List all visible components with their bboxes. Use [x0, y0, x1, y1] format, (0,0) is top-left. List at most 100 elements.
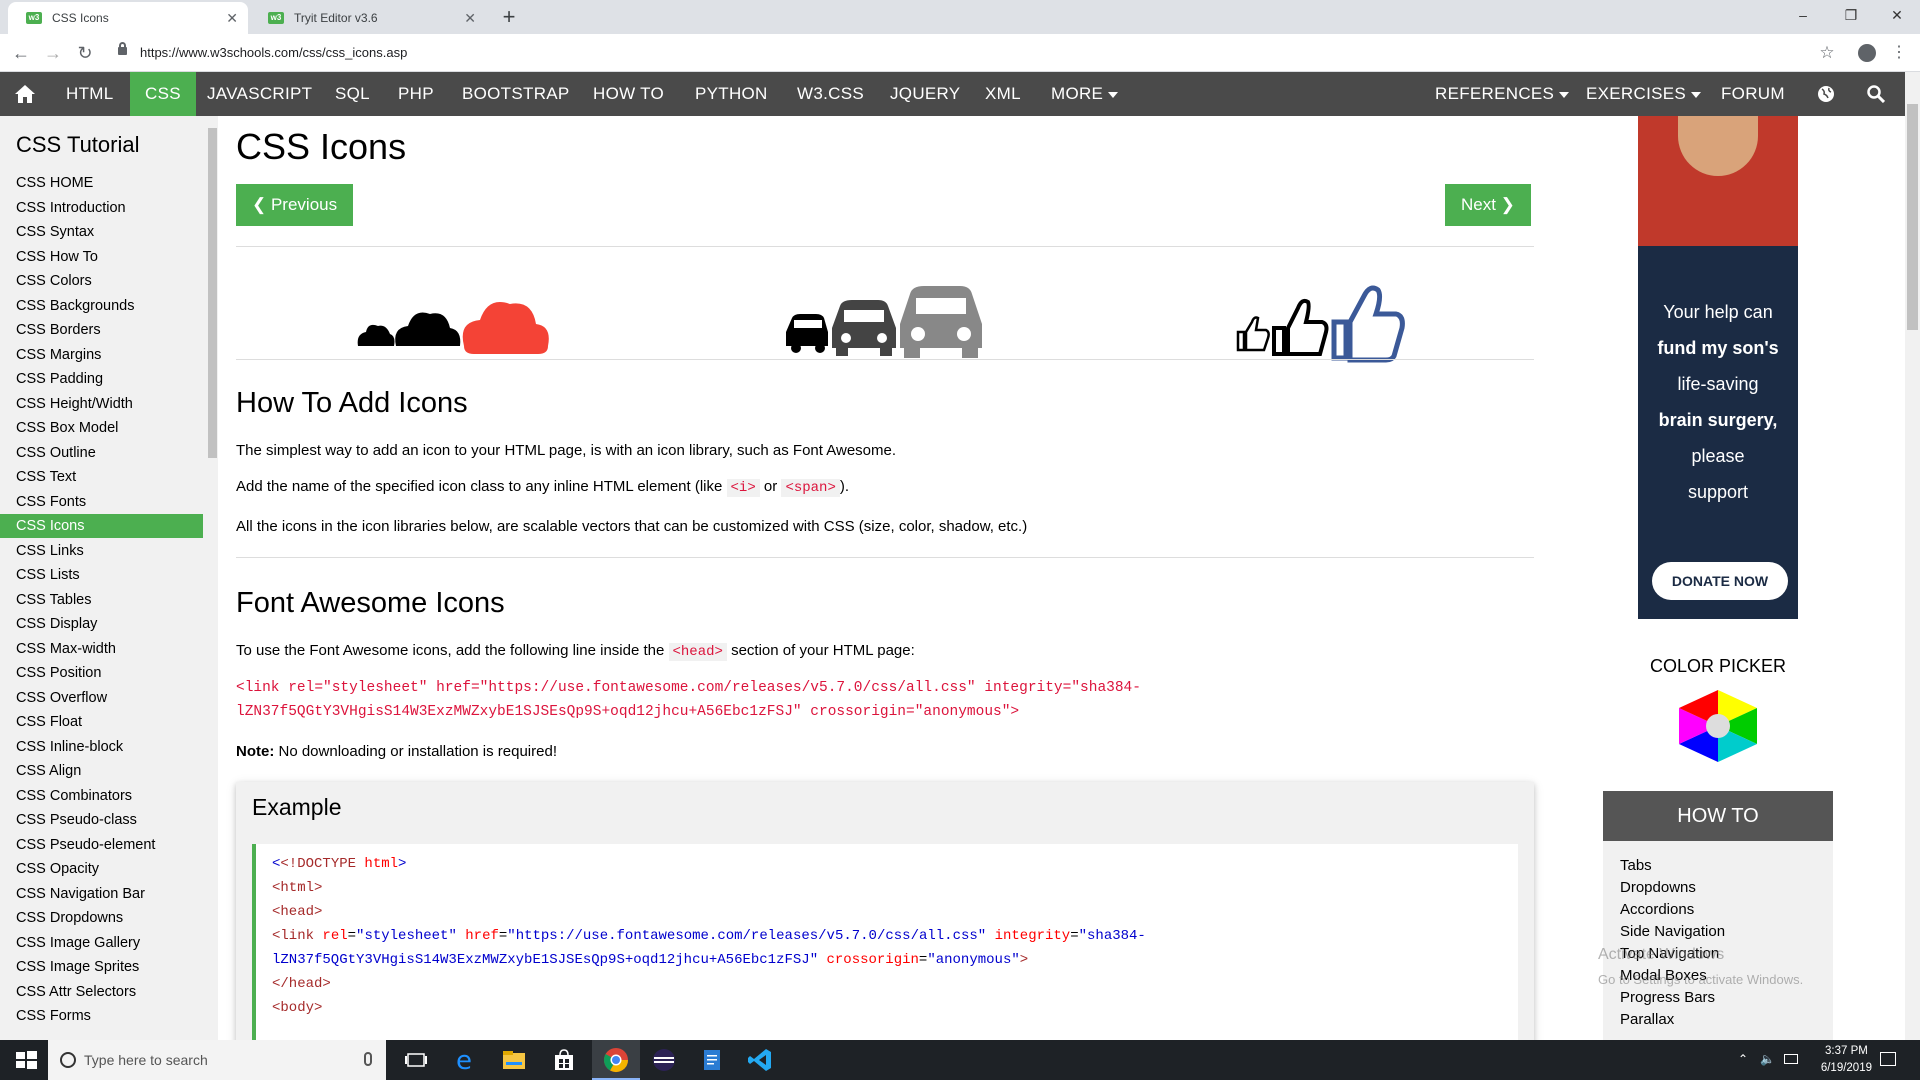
- sidebar-item-css-image-sprites[interactable]: CSS Image Sprites: [0, 955, 203, 979]
- sidebar-item-css-tables[interactable]: CSS Tables: [0, 588, 203, 612]
- sidebar-item-css-introduction[interactable]: CSS Introduction: [0, 196, 203, 220]
- sidebar-item-css-overflow[interactable]: CSS Overflow: [0, 686, 203, 710]
- chrome-icon[interactable]: [602, 1046, 630, 1074]
- nav-php[interactable]: PHP: [383, 72, 449, 116]
- sidebar-item-css-padding[interactable]: CSS Padding: [0, 367, 203, 391]
- tray-expand-icon[interactable]: ⌃: [1738, 1052, 1748, 1066]
- sidebar-item-css-position[interactable]: CSS Position: [0, 661, 203, 685]
- back-icon[interactable]: ←: [8, 40, 34, 66]
- sidebar-item-css-pseudo-class[interactable]: CSS Pseudo-class: [0, 808, 203, 832]
- close-tab-icon[interactable]: ✕: [464, 2, 476, 34]
- edge-browser-icon[interactable]: e: [452, 1046, 480, 1076]
- howto-item-side-navigation[interactable]: Side Navigation: [1620, 923, 1725, 940]
- sidebar-item-css-navigation-bar[interactable]: CSS Navigation Bar: [0, 882, 203, 906]
- tab-tryit-editor[interactable]: w3 Tryit Editor v3.6 ✕: [250, 2, 486, 34]
- network-icon[interactable]: [1784, 1054, 1798, 1064]
- notepad-icon[interactable]: [698, 1046, 726, 1074]
- eclipse-icon[interactable]: [650, 1046, 678, 1074]
- nav-jquery[interactable]: JQUERY: [875, 72, 975, 116]
- nav-how-to[interactable]: HOW TO: [578, 72, 679, 116]
- notifications-icon[interactable]: [1880, 1052, 1896, 1066]
- sidebar-item-css-attr-selectors[interactable]: CSS Attr Selectors: [0, 980, 203, 1004]
- sidebar-item-css-text[interactable]: CSS Text: [0, 465, 203, 489]
- restore-button[interactable]: ❐: [1828, 0, 1874, 30]
- sidebar-item-css-forms[interactable]: CSS Forms: [0, 1004, 203, 1028]
- sidebar-item-css-box-model[interactable]: CSS Box Model: [0, 416, 203, 440]
- sidebar-item-css-home[interactable]: CSS HOME: [0, 171, 203, 195]
- lock-icon[interactable]: [118, 42, 127, 55]
- minimize-button[interactable]: –: [1780, 0, 1826, 30]
- vscode-icon[interactable]: [746, 1046, 774, 1074]
- nav-sql[interactable]: SQL: [320, 72, 385, 116]
- sidebar-item-css-opacity[interactable]: CSS Opacity: [0, 857, 203, 881]
- howto-item-progress-bars[interactable]: Progress Bars: [1620, 989, 1715, 1006]
- store-icon[interactable]: [550, 1046, 578, 1074]
- sidebar-item-css-links[interactable]: CSS Links: [0, 539, 203, 563]
- howto-item-parallax[interactable]: Parallax: [1620, 1011, 1674, 1028]
- sidebar-item-css-backgrounds[interactable]: CSS Backgrounds: [0, 294, 203, 318]
- reload-icon[interactable]: ↻: [72, 40, 98, 66]
- next-button[interactable]: Next ❯: [1445, 184, 1531, 226]
- sidebar-scroll-thumb[interactable]: [208, 128, 217, 458]
- sidebar-item-css-max-width[interactable]: CSS Max-width: [0, 637, 203, 661]
- nav-exercises[interactable]: EXERCISES: [1571, 72, 1716, 116]
- donate-now-button[interactable]: DONATE NOW: [1652, 562, 1788, 600]
- new-tab-button[interactable]: +: [494, 2, 524, 32]
- sidebar-item-css-lists[interactable]: CSS Lists: [0, 563, 203, 587]
- sidebar-item-css-how-to[interactable]: CSS How To: [0, 245, 203, 269]
- previous-button[interactable]: ❮ Previous: [236, 184, 354, 226]
- sidebar-item-css-margins[interactable]: CSS Margins: [0, 343, 203, 367]
- sidebar-item-css-inline-block[interactable]: CSS Inline-block: [0, 735, 203, 759]
- sidebar-item-css-combinators[interactable]: CSS Combinators: [0, 784, 203, 808]
- sidebar-item-css-colors[interactable]: CSS Colors: [0, 269, 203, 293]
- sidebar-item-css-height-width[interactable]: CSS Height/Width: [0, 392, 203, 416]
- menu-dots-icon[interactable]: ⋮: [1886, 40, 1912, 66]
- close-window-button[interactable]: ✕: [1874, 0, 1920, 30]
- sidebar-item-css-align[interactable]: CSS Align: [0, 759, 203, 783]
- svg-text:e: e: [456, 1046, 472, 1074]
- home-icon[interactable]: [0, 72, 50, 116]
- forward-icon[interactable]: →: [40, 40, 66, 66]
- sidebar-item-css-image-gallery[interactable]: CSS Image Gallery: [0, 931, 203, 955]
- nav-xml[interactable]: XML: [970, 72, 1036, 116]
- sidebar-item-css-dropdowns[interactable]: CSS Dropdowns: [0, 906, 203, 930]
- color-picker-icon[interactable]: [1679, 690, 1757, 762]
- nav-html[interactable]: HTML: [51, 72, 128, 116]
- url-field[interactable]: https://www.w3schools.com/css/css_icons.…: [110, 38, 1820, 68]
- howto-item-accordions[interactable]: Accordions: [1620, 901, 1694, 918]
- sidebar-item-css-syntax[interactable]: CSS Syntax: [0, 220, 203, 244]
- sidebar-item-css-fonts[interactable]: CSS Fonts: [0, 490, 203, 514]
- volume-icon[interactable]: 🔈: [1760, 1052, 1775, 1066]
- nav-python[interactable]: PYTHON: [680, 72, 783, 116]
- sidebar-item-css-pseudo-element[interactable]: CSS Pseudo-element: [0, 833, 203, 857]
- howto-item-dropdowns[interactable]: Dropdowns: [1620, 879, 1696, 896]
- sidebar-item-css-icons[interactable]: CSS Icons: [0, 514, 203, 538]
- nav-css[interactable]: CSS: [130, 72, 196, 116]
- globe-icon[interactable]: [1806, 72, 1846, 116]
- nav-w3css[interactable]: W3.CSS: [782, 72, 879, 116]
- nav-more[interactable]: MORE: [1036, 72, 1133, 116]
- bookmark-star-icon[interactable]: ☆: [1814, 40, 1840, 66]
- sidebar-item-css-outline[interactable]: CSS Outline: [0, 441, 203, 465]
- sidebar-item-css-float[interactable]: CSS Float: [0, 710, 203, 734]
- profile-avatar-icon[interactable]: [1858, 44, 1876, 62]
- nav-javascript[interactable]: JAVASCRIPT: [192, 72, 327, 116]
- code-line: </head>: [272, 976, 331, 992]
- donation-ad[interactable]: Your help can fund my son's life-saving …: [1638, 116, 1798, 619]
- sidebar-item-css-display[interactable]: CSS Display: [0, 612, 203, 636]
- task-view-icon[interactable]: [402, 1046, 430, 1074]
- nav-bootstrap[interactable]: BOOTSTRAP: [447, 72, 585, 116]
- howto-item-tabs[interactable]: Tabs: [1620, 857, 1652, 874]
- microphone-icon[interactable]: [364, 1052, 372, 1066]
- tab-css-icons[interactable]: w3 CSS Icons ✕: [8, 2, 248, 34]
- file-explorer-icon[interactable]: [500, 1046, 528, 1074]
- search-icon[interactable]: [1856, 72, 1896, 116]
- nav-references[interactable]: REFERENCES: [1420, 72, 1584, 116]
- taskbar-clock[interactable]: 3:37 PM 6/19/2019: [1821, 1043, 1872, 1077]
- taskbar-search-box[interactable]: Type here to search: [48, 1040, 386, 1080]
- page-scroll-thumb[interactable]: [1907, 104, 1918, 330]
- sidebar-item-css-borders[interactable]: CSS Borders: [0, 318, 203, 342]
- close-tab-icon[interactable]: ✕: [226, 2, 238, 34]
- nav-forum[interactable]: FORUM: [1706, 72, 1800, 116]
- windows-start-icon[interactable]: [12, 1046, 40, 1074]
